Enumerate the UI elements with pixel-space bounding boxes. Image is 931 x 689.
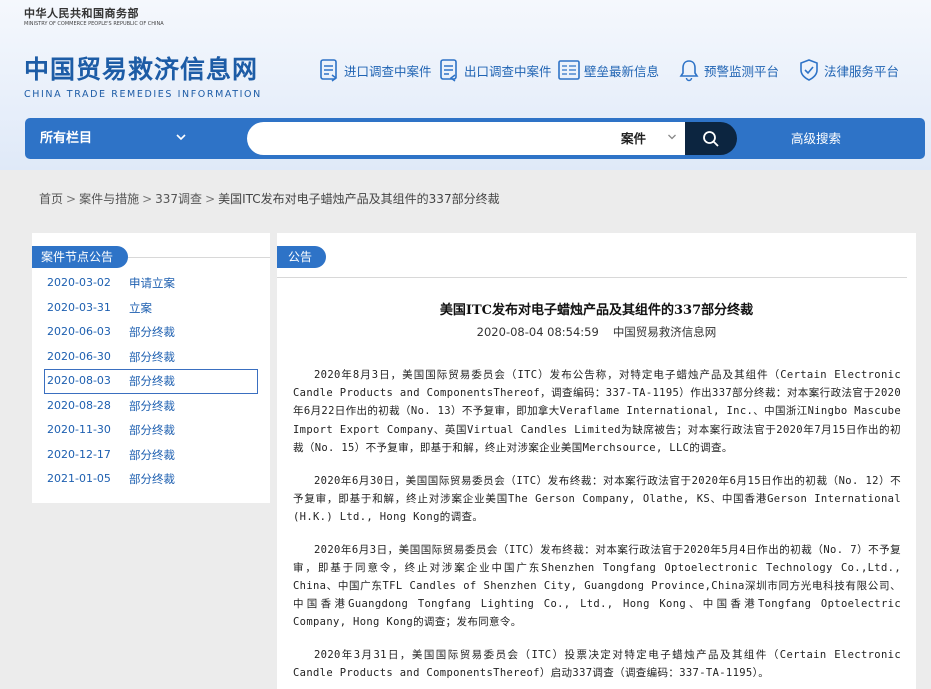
nav-warning-platform[interactable]: 预警监测平台 bbox=[678, 56, 779, 84]
case-node-item[interactable]: 2020-08-28 部分终裁 bbox=[44, 394, 258, 419]
divider bbox=[277, 277, 907, 278]
case-node-item[interactable]: 2021-01-05 部分终裁 bbox=[44, 467, 258, 492]
all-columns-label: 所有栏目 bbox=[40, 131, 93, 146]
case-node-type: 部分终裁 bbox=[129, 349, 175, 364]
shield-icon bbox=[800, 59, 818, 81]
article-paragraph: 2020年6月30日，美国国际贸易委员会（ITC）发布终裁：对本案行政法官于20… bbox=[293, 474, 901, 523]
case-node-type: 部分终裁 bbox=[129, 374, 175, 388]
case-node-item[interactable]: 2020-11-30 部分终裁 bbox=[44, 418, 258, 443]
breadcrumb-home[interactable]: 首页 bbox=[39, 192, 63, 206]
case-node-date: 2020-03-02 bbox=[47, 276, 111, 289]
breadcrumb-separator: > bbox=[205, 192, 216, 206]
article-datetime: 2020-08-04 08:54:59 bbox=[476, 325, 599, 339]
article-title: 美国ITC发布对电子蜡烛产品及其组件的337部分终裁 bbox=[439, 303, 754, 318]
search-button[interactable] bbox=[685, 122, 737, 155]
article-panel: 公告 美国ITC发布对电子蜡烛产品及其组件的337部分终裁 2020-08-04… bbox=[277, 233, 916, 689]
all-columns-dropdown[interactable]: 所有栏目 bbox=[40, 118, 92, 159]
nav-label: 法律服务平台 bbox=[824, 63, 900, 79]
search-bar: 所有栏目 案件 高级搜索 bbox=[25, 118, 925, 159]
advanced-search-link[interactable]: 高级搜索 bbox=[791, 118, 841, 159]
bell-icon bbox=[679, 60, 699, 82]
breadcrumb: 首页 > 案件与措施 >337调查 > 美国ITC发布对电子蜡烛产品及其组件的337部分终… bbox=[25, 180, 925, 218]
case-node-date: 2020-11-30 bbox=[47, 423, 111, 436]
nav-label: 进口调查中案件 bbox=[344, 63, 432, 79]
case-type-label: 案件 bbox=[621, 131, 647, 146]
case-node-item[interactable]: 2020-03-02 申请立案 bbox=[44, 271, 258, 296]
article-tag: 公告 bbox=[277, 246, 326, 268]
case-node-date: 2020-03-31 bbox=[47, 300, 111, 314]
site-title-en: CHINA TRADE REMEDIES INFORMATION bbox=[24, 89, 262, 100]
case-node-date: 2020-08-28 bbox=[47, 398, 111, 412]
sidebar-tag: 案件节点公告 bbox=[32, 246, 128, 268]
ministry-logo[interactable]: 中华人民共和国商务部 MINISTRY OF COMMERCE PEOPLE'S… bbox=[24, 5, 164, 27]
case-node-date: 2020-06-30 bbox=[47, 349, 111, 363]
article-body: 2020年8月3日，美国国际贸易委员会（ITC）发布公告称，对特定电子蜡烛产品及… bbox=[293, 366, 901, 689]
article-paragraph: 2020年3月31日，美国国际贸易委员会（ITC）投票决定对特定电子蜡烛产品及其… bbox=[293, 649, 901, 680]
breadcrumb-cases-measures[interactable]: 案件与措施 bbox=[79, 192, 139, 206]
search-icon bbox=[703, 130, 719, 147]
breadcrumb-separator: > bbox=[142, 192, 153, 206]
case-node-sidebar: 案件节点公告 2020-03-02 申请立案 2020-03-31 立案 2020-… bbox=[32, 233, 270, 503]
case-node-date: 2020-06-03 bbox=[47, 325, 111, 338]
site-header: 中华人民共和国商务部 MINISTRY OF COMMERCE PEOPLE'S… bbox=[0, 0, 931, 170]
case-node-type: 申请立案 bbox=[129, 276, 175, 290]
case-node-date: 2020-08-03 bbox=[47, 374, 111, 387]
case-node-list: 2020-03-02 申请立案 2020-03-31 立案 2020-06-03 部分… bbox=[44, 271, 258, 492]
case-node-item-active[interactable]: 2020-08-03 部分终裁 bbox=[44, 369, 258, 394]
nav-label: 出口调查中案件 bbox=[464, 63, 552, 79]
site-title-cn: 中国贸易救济信息网 bbox=[24, 55, 259, 84]
chevron-down-icon bbox=[668, 134, 676, 140]
breadcrumb-337[interactable]: 337调查 bbox=[155, 192, 202, 206]
case-node-type: 部分终裁 bbox=[129, 472, 175, 486]
nav-label: 壁垒最新信息 bbox=[584, 63, 660, 79]
nav-barrier-info[interactable]: 壁垒最新信息 bbox=[558, 56, 659, 84]
case-node-item[interactable]: 2020-06-03 部分终裁 bbox=[44, 320, 258, 345]
ministry-name-cn: 中华人民共和国商务部 bbox=[24, 7, 139, 20]
ministry-name-en: MINISTRY OF COMMERCE PEOPLE'S REPUBLIC O… bbox=[24, 21, 164, 27]
case-node-type: 部分终裁 bbox=[129, 325, 175, 339]
case-type-select[interactable]: 案件 bbox=[618, 122, 685, 155]
article-meta: 2020-08-04 08:54:59 中国贸易救济信息网 bbox=[277, 324, 916, 340]
nav-import-cases[interactable]: 进口调查中案件 bbox=[318, 56, 432, 84]
import-case-icon bbox=[320, 59, 338, 82]
breadcrumb-current: 美国ITC发布对电子蜡烛产品及其组件的337部分终裁 bbox=[218, 192, 500, 206]
case-node-date: 2020-12-17 bbox=[47, 447, 111, 461]
case-node-item[interactable]: 2020-12-17 部分终裁 bbox=[44, 443, 258, 468]
case-node-date: 2021-01-05 bbox=[47, 472, 111, 485]
case-node-item[interactable]: 2020-03-31 立案 bbox=[44, 296, 258, 321]
nav-label: 预警监测平台 bbox=[704, 63, 780, 79]
case-node-type: 立案 bbox=[129, 300, 152, 315]
nav-legal-platform[interactable]: 法律服务平台 bbox=[798, 56, 899, 84]
export-case-icon bbox=[440, 59, 457, 82]
barrier-info-icon bbox=[558, 60, 580, 80]
article-paragraph: 2020年6月3日，美国国际贸易委员会（ITC）发布终裁：对本案行政法官于202… bbox=[293, 543, 901, 629]
chevron-down-icon[interactable] bbox=[175, 131, 187, 143]
case-node-item[interactable]: 2020-06-30 部分终裁 bbox=[44, 345, 258, 370]
site-logo[interactable]: 中国贸易救济信息网 CHINA TRADE REMEDIES INFORMATI… bbox=[24, 50, 262, 100]
breadcrumb-separator: > bbox=[66, 192, 77, 206]
case-node-type: 部分终裁 bbox=[129, 423, 175, 437]
article-paragraph: 2020年8月3日，美国国际贸易委员会（ITC）发布公告称，对特定电子蜡烛产品及… bbox=[293, 369, 901, 454]
nav-export-cases[interactable]: 出口调查中案件 bbox=[438, 56, 552, 84]
article-source: 中国贸易救济信息网 bbox=[612, 325, 717, 339]
case-node-type: 部分终裁 bbox=[129, 398, 175, 413]
case-node-type: 部分终裁 bbox=[129, 447, 175, 462]
